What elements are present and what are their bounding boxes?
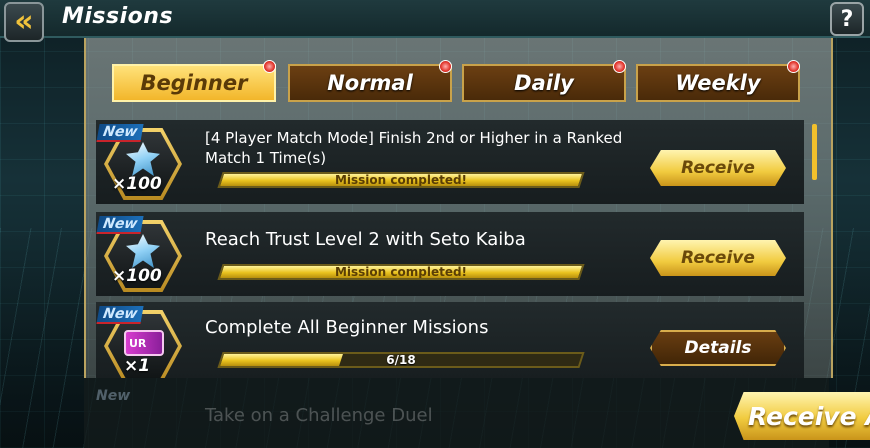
- mission-row: New ×100 Reach Trust Level 2 with Seto K…: [96, 212, 804, 296]
- details-button[interactable]: Details: [650, 330, 786, 366]
- mission-description: Reach Trust Level 2 with Seto Kaiba: [205, 229, 526, 250]
- ur-ticket-icon: UR: [124, 330, 164, 356]
- tab-normal[interactable]: Normal: [288, 60, 452, 102]
- reward-badge: UR New ×1: [96, 306, 182, 378]
- receive-button[interactable]: Receive: [650, 240, 786, 276]
- notification-dot-icon: [439, 60, 452, 73]
- tab-label: Daily: [514, 71, 574, 95]
- new-tag: New: [96, 124, 144, 142]
- mission-row: New ×100 [4 Player Match Mode] Finish 2n…: [96, 120, 804, 204]
- reward-quantity: ×100: [112, 266, 162, 286]
- help-button[interactable]: ?: [830, 2, 864, 36]
- new-tag: New: [96, 216, 144, 234]
- reward-quantity: ×1: [124, 356, 151, 376]
- notification-dot-icon: [787, 60, 800, 73]
- tab-weekly[interactable]: Weekly: [636, 60, 800, 102]
- chevron-left-icon: «: [14, 4, 34, 39]
- mission-row: UR New ×1 Complete All Beginner Missions…: [96, 302, 804, 378]
- mission-description: Complete All Beginner Missions: [205, 317, 489, 338]
- mission-description: [4 Player Match Mode] Finish 2nd or High…: [205, 129, 623, 167]
- tab-label: Weekly: [675, 71, 761, 95]
- receive-all-button[interactable]: Receive A: [734, 392, 870, 440]
- tab-daily[interactable]: Daily: [462, 60, 626, 102]
- new-tag: New: [96, 306, 144, 324]
- mission-list[interactable]: New ×100 [4 Player Match Mode] Finish 2n…: [96, 120, 806, 378]
- progress-label: Mission completed!: [334, 265, 468, 279]
- list-scrollbar[interactable]: [812, 124, 817, 180]
- mission-description: Take on a Challenge Duel: [205, 405, 433, 426]
- reward-quantity: ×100: [112, 174, 162, 194]
- bottom-bar: [84, 378, 829, 448]
- tab-label: Beginner: [140, 71, 248, 95]
- mission-tabs: Beginner Normal Daily Weekly: [112, 60, 802, 104]
- back-button[interactable]: «: [4, 2, 44, 42]
- notification-dot-icon: [263, 60, 276, 73]
- tab-label: Normal: [327, 71, 413, 95]
- new-tag: New: [96, 388, 131, 404]
- progress-bar: 6/18: [217, 352, 585, 368]
- reward-badge: New ×100: [96, 124, 182, 200]
- reward-badge: New ×100: [96, 216, 182, 292]
- receive-button[interactable]: Receive: [650, 150, 786, 186]
- progress-label: 6/18: [386, 353, 416, 367]
- progress-bar: Mission completed!: [217, 172, 585, 188]
- tab-beginner[interactable]: Beginner: [112, 60, 276, 102]
- progress-label: Mission completed!: [334, 173, 468, 187]
- page-title: Missions: [62, 4, 174, 29]
- notification-dot-icon: [613, 60, 626, 73]
- progress-bar: Mission completed!: [217, 264, 585, 280]
